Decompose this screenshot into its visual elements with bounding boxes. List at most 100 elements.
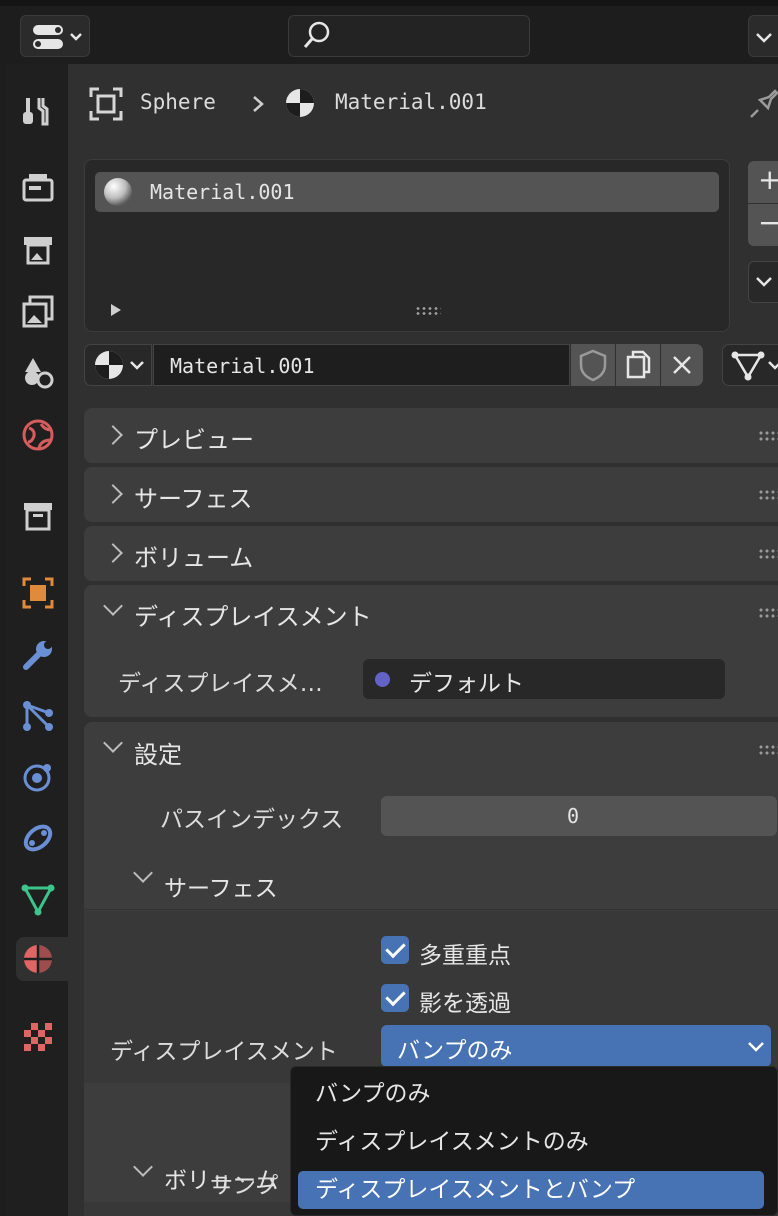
chevron-down-icon [756,33,772,43]
drag-handle[interactable] [758,607,778,619]
play-icon[interactable] [107,300,127,320]
physics-icon [23,764,51,792]
drag-handle[interactable] [758,744,778,756]
subpanel-surface-header[interactable]: サーフェス [84,850,778,910]
tab-constraints[interactable] [16,816,60,860]
output-icon [24,237,52,265]
chevron-down-icon [133,1157,153,1177]
panel-displacement: ディスプレイスメント ディスプレイスメ… デフォルト [84,585,778,717]
search-field[interactable] [288,15,530,57]
breadcrumb-material: Material.001 [335,90,487,114]
chevron-down-icon [133,863,153,883]
panel-surface[interactable]: サーフェス [84,467,778,522]
pass-index-value: 0 [567,804,580,828]
displacement-label: ディスプレイスメ… [118,671,323,697]
subpanel-title: サーフェス [164,876,278,902]
duplicate-icon [626,350,651,379]
panel-header[interactable]: 設定 [84,722,778,777]
menu-item-bump-only[interactable]: バンプのみ [291,1075,761,1113]
shadow-transparency-checkbox[interactable] [381,984,409,1012]
material-preview-icon [104,178,132,206]
sampling-label: サンプ [210,1173,279,1199]
panel-title: ディスプレイスメント [134,603,372,631]
object-icon [22,577,54,609]
tab-data[interactable] [16,877,60,921]
list-item[interactable]: Material.001 [95,172,719,212]
socket-dot-icon [375,672,390,687]
tab-texture[interactable] [16,1015,60,1059]
tab-output[interactable] [16,228,60,272]
menu-item-displacement-only[interactable]: ディスプレイスメントのみ [291,1123,761,1161]
chevron-down-icon [748,1042,764,1052]
tab-view-layer[interactable] [16,290,60,334]
material-slot-name: Material.001 [150,180,295,204]
multi-sampling-checkbox[interactable] [381,936,409,964]
tab-tool[interactable] [16,89,60,133]
view-layer-icon [22,295,54,328]
tab-particles[interactable] [16,694,60,738]
tab-material[interactable] [16,937,74,981]
scene-icon [25,358,54,389]
particles-icon [23,701,53,731]
close-icon [673,356,691,374]
wrench-icon [23,641,52,670]
mesh-node-icon [731,351,778,381]
displacement-method-select[interactable]: バンプのみ [381,1025,771,1067]
pin-icon[interactable] [748,86,778,120]
slot-specials-button[interactable] [748,261,778,303]
options-dropdown-button[interactable] [748,15,778,57]
shadow-transparency-label: 影を透過 [419,991,511,1017]
chevron-right-icon [253,96,264,112]
material-icon [24,945,52,973]
search-icon [303,21,330,48]
displacement-method-value: バンプのみ [397,1038,513,1064]
material-slot-list: Material.001 [84,159,730,332]
displacement-method-menu: バンプのみ ディスプレイスメントのみ ディスプレイスメントとバンプ [290,1066,778,1216]
material-icon [286,89,314,117]
chevron-right-icon [103,425,123,445]
panel-title: サーフェス [134,485,253,513]
node-tree-button[interactable] [722,344,778,386]
list-resize-handle[interactable] [415,306,441,316]
properties-main: Sphere Material.001 Material.001 + − Mat… [68,64,778,1216]
drag-handle[interactable] [758,548,778,560]
panel-volume[interactable]: ボリューム [84,526,778,581]
subpanel-surface-body: 多重重点 影を透過 ディスプレイスメント バンプのみ [84,911,778,1083]
displacement-socket-field[interactable]: デフォルト [363,659,725,699]
tab-collection[interactable] [16,494,60,538]
material-browse-button[interactable] [84,344,152,386]
render-icon [22,174,54,202]
material-name-field[interactable]: Material.001 [153,344,570,386]
drag-handle[interactable] [758,430,778,442]
fake-user-button[interactable] [571,344,615,386]
tab-object[interactable] [16,571,60,615]
shield-icon [579,349,607,382]
add-slot-button[interactable]: + [748,161,778,203]
panel-preview[interactable]: プレビュー [84,408,778,463]
panel-header[interactable]: ディスプレイスメント [84,585,778,640]
panel-title: 設定 [134,741,182,769]
object-bounds-icon [89,87,123,121]
duplicate-material-button[interactable] [616,344,660,386]
unlink-material-button[interactable] [661,344,703,386]
tab-modifiers[interactable] [16,633,60,677]
plus-icon: + [758,163,778,196]
pass-index-field[interactable]: 0 [381,796,777,836]
remove-slot-button[interactable]: − [748,204,778,246]
tab-physics[interactable] [16,755,60,799]
breadcrumb: Sphere Material.001 [88,84,778,124]
displacement-method-label: ディスプレイスメント [110,1039,338,1065]
multi-sampling-label: 多重重点 [419,943,511,969]
mesh-data-icon [21,884,55,916]
tab-world[interactable] [16,413,60,457]
tab-scene[interactable] [16,351,60,395]
material-icon [95,351,144,379]
properties-tab-bar [6,64,74,1216]
chevron-right-icon [103,543,123,563]
menu-item-displacement-and-bump[interactable]: ディスプレイスメントとバンプ [298,1171,764,1209]
properties-editor-icon [33,25,82,49]
texture-icon [24,1023,52,1051]
drag-handle[interactable] [758,489,778,501]
editor-type-button[interactable] [20,15,90,57]
tab-render[interactable] [16,167,60,211]
